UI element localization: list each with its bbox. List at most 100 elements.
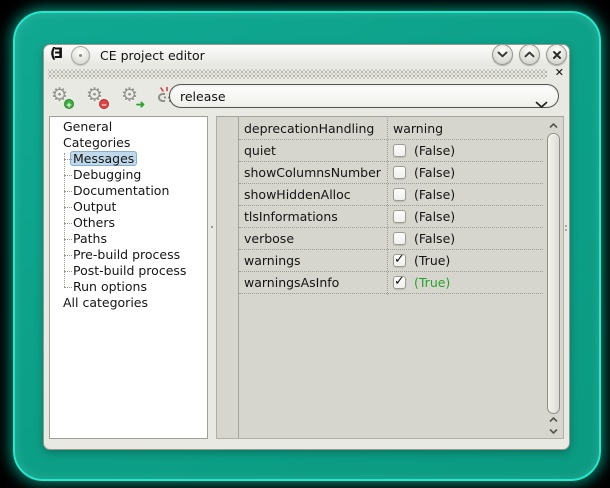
sidebar-item-label: Run options: [73, 279, 147, 295]
checkbox[interactable]: [393, 232, 406, 245]
configuration-select-value: release: [180, 89, 226, 104]
property-name: warningsAsInfo: [239, 275, 387, 290]
property-row-deprecationHandling[interactable]: deprecationHandlingwarning: [239, 118, 543, 140]
categories-tree: GeneralCategoriesMessagesDebuggingDocume…: [49, 116, 208, 439]
sidebar-item-paths[interactable]: Paths: [50, 231, 206, 247]
property-name: showColumnsNumber: [239, 165, 387, 180]
checkbox[interactable]: [393, 210, 406, 223]
splitter-grip: [211, 226, 213, 228]
property-name: verbose: [239, 231, 387, 246]
window-title: CE project editor: [100, 48, 205, 63]
tree-branch-stub: [64, 191, 72, 192]
panel-splitter[interactable]: [208, 116, 216, 439]
tree-branch-stub: [64, 271, 72, 272]
dock-close-icon[interactable]: ✕: [555, 66, 564, 80]
sidebar-item-label: Messages: [70, 151, 137, 166]
scroll-up-button[interactable]: [546, 120, 561, 131]
sidebar-item-run-options[interactable]: Run options: [50, 279, 206, 295]
property-name: deprecationHandling: [239, 121, 387, 136]
property-row-tlsInformations[interactable]: tlsInformations (False): [239, 206, 543, 228]
property-value: (False): [387, 209, 455, 224]
property-row-warningsAsInfo[interactable]: warningsAsInfo ✓ (True): [239, 272, 543, 294]
property-row-verbose[interactable]: verbose (False): [239, 228, 543, 250]
sidebar-item-categories[interactable]: Categories: [50, 135, 206, 151]
configuration-select[interactable]: release: [169, 84, 559, 108]
plus-badge-icon: +: [64, 99, 74, 109]
sidebar-item-label: Paths: [73, 231, 107, 247]
property-row-showHiddenAlloc[interactable]: showHiddenAlloc (False): [239, 184, 543, 206]
property-value-text: (False): [414, 209, 455, 224]
property-value: (False): [387, 143, 455, 158]
property-row-quiet[interactable]: quiet (False): [239, 140, 543, 162]
sidebar-item-label: Debugging: [73, 167, 141, 183]
sidebar-item-others[interactable]: Others: [50, 215, 206, 231]
tree-branch-stub: [64, 159, 72, 160]
property-row-showColumnsNumber[interactable]: showColumnsNumber(False): [239, 162, 543, 184]
property-value-text: (False): [414, 143, 455, 158]
maximize-button[interactable]: [519, 44, 540, 65]
property-value: ✓ (True): [387, 253, 450, 268]
sidebar-item-label: Documentation: [73, 183, 169, 199]
tree-items: GeneralCategoriesMessagesDebuggingDocume…: [50, 119, 206, 311]
property-value-text: (False): [414, 187, 455, 202]
tree-branch-stub: [64, 223, 72, 224]
tree-branch-stub: [64, 255, 72, 256]
right-edge-grip[interactable]: [565, 225, 567, 233]
configuration-toolbar: ⚙+ ⚙− ⚙➜ release: [44, 81, 569, 115]
close-button[interactable]: [546, 44, 567, 65]
scroll-up-button-bottom[interactable]: [546, 414, 561, 425]
titlebar[interactable]: (Ǝ CE project editor: [44, 45, 569, 66]
shade-button[interactable]: [492, 44, 513, 65]
sidebar-item-label: All categories: [63, 295, 148, 311]
properties-panel: deprecationHandlingwarningquiet(False)sh…: [216, 116, 564, 439]
sidebar-item-messages[interactable]: Messages: [50, 151, 206, 167]
checkbox[interactable]: ✓: [393, 254, 406, 267]
tree-branch-stub: [64, 287, 72, 288]
property-name: quiet: [239, 143, 387, 158]
checkbox[interactable]: [393, 166, 406, 179]
app-logo-icon: (Ǝ: [50, 46, 60, 62]
sidebar-item-label: Pre-build process: [73, 247, 180, 263]
dock-handle-texture[interactable]: [48, 69, 547, 79]
property-row-warnings[interactable]: warnings✓(True): [239, 250, 543, 272]
window-menu-button[interactable]: [71, 46, 90, 65]
checkmark-icon: ✓: [394, 274, 405, 289]
property-value-text: (False): [414, 231, 455, 246]
remove-configuration-button[interactable]: ⚙−: [85, 85, 109, 109]
tree-branch-stub: [64, 207, 72, 208]
scroll-down-button[interactable]: [546, 425, 561, 436]
property-value-text: (True): [414, 275, 450, 290]
checkbox[interactable]: [393, 144, 406, 157]
sidebar-item-label: Post-build process: [73, 263, 186, 279]
sidebar-item-pre-build-process[interactable]: Pre-build process: [50, 247, 206, 263]
sidebar-item-label: Categories: [63, 135, 130, 151]
tree-branch-stub: [64, 239, 72, 240]
property-name: tlsInformations: [239, 209, 387, 224]
copy-configuration-button[interactable]: ⚙➜: [120, 85, 144, 109]
window-controls: [492, 44, 567, 65]
vertical-scrollbar[interactable]: [546, 119, 561, 436]
property-value: (False): [387, 231, 455, 246]
dock-header[interactable]: ✕: [44, 66, 569, 81]
sidebar-item-output[interactable]: Output: [50, 199, 206, 215]
tree-branch-stub: [64, 175, 72, 176]
sidebar-item-general[interactable]: General: [50, 119, 206, 135]
sidebar-item-all-categories[interactable]: All categories: [50, 295, 206, 311]
property-value-text: (True): [414, 253, 450, 268]
sidebar-item-debugging[interactable]: Debugging: [50, 167, 206, 183]
toolbar-buttons: ⚙+ ⚙− ⚙➜: [50, 85, 179, 109]
property-value: warning: [387, 121, 443, 136]
add-configuration-button[interactable]: ⚙+: [50, 85, 74, 109]
sidebar-item-post-build-process[interactable]: Post-build process: [50, 263, 206, 279]
property-value: (False): [387, 187, 455, 202]
checkbox[interactable]: ✓: [393, 276, 406, 289]
properties-table: deprecationHandlingwarningquiet(False)sh…: [239, 118, 543, 294]
property-value: (False): [387, 165, 455, 180]
chevron-down-icon: [535, 94, 548, 113]
scrollbar-thumb[interactable]: [547, 133, 560, 414]
checkbox[interactable]: [393, 188, 406, 201]
checkmark-icon: ✓: [394, 252, 405, 267]
sidebar-item-documentation[interactable]: Documentation: [50, 183, 206, 199]
property-name: showHiddenAlloc: [239, 187, 387, 202]
app-window: (Ǝ CE project editor ✕ ⚙+ ⚙− ⚙➜ release Ge…: [43, 44, 570, 450]
